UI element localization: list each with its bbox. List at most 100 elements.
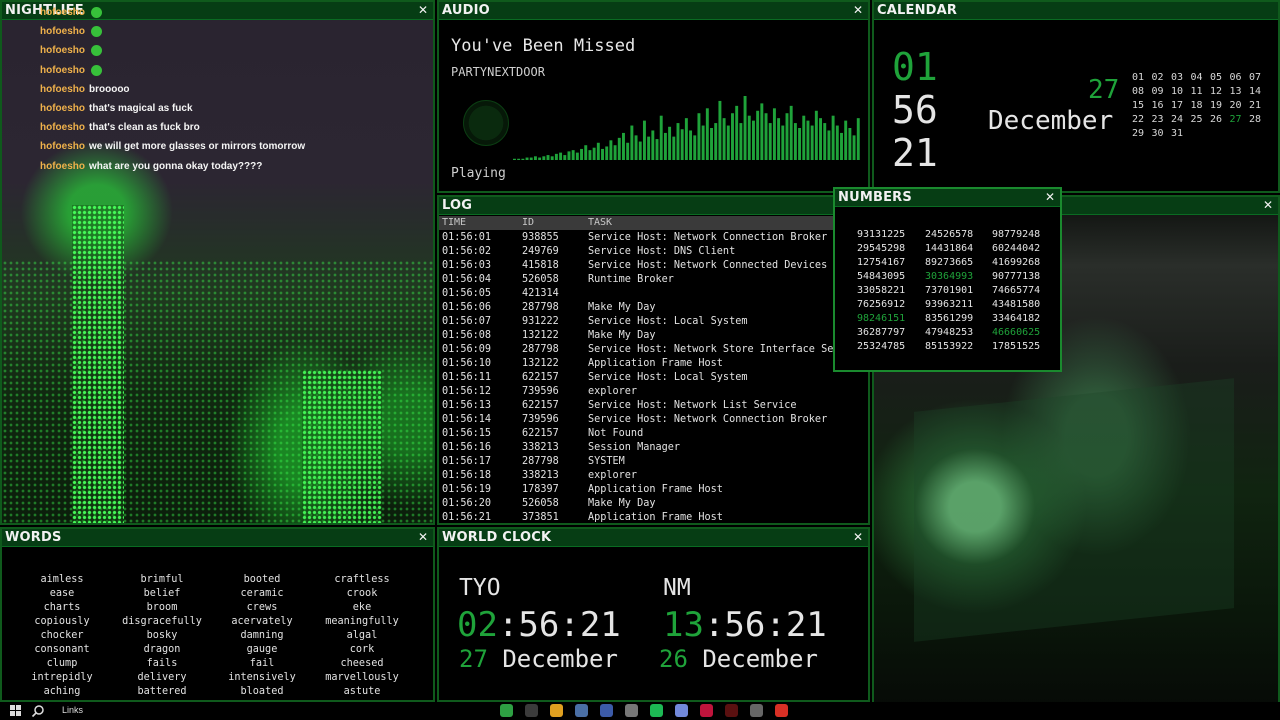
numbers-titlebar[interactable]: NUMBERS ✕ bbox=[835, 189, 1060, 207]
taskbar-app-icon[interactable] bbox=[725, 704, 738, 717]
log-row[interactable]: 01:56:07 931222 Service Host: Local System bbox=[439, 316, 868, 330]
links-toolbar[interactable]: Links bbox=[62, 705, 83, 715]
visualizer-bar bbox=[739, 123, 743, 160]
visualizer-bar bbox=[705, 108, 709, 160]
number-cell: 89273665 bbox=[925, 257, 974, 268]
visualizer-bar bbox=[567, 151, 571, 160]
calendar-day-cell: 28 bbox=[1249, 114, 1262, 125]
word-item: craftless bbox=[334, 574, 390, 585]
chat-username[interactable]: hofoesho bbox=[40, 84, 85, 95]
log-row[interactable]: 01:56:12 739596 explorer bbox=[439, 386, 868, 400]
visualizer-bar bbox=[802, 115, 806, 160]
word-item: clump bbox=[46, 658, 78, 669]
log-row[interactable]: 01:56:20 526058 Make My Day bbox=[439, 498, 868, 512]
log-row[interactable]: 01:56:03 415818 Service Host: Network Conn… bbox=[439, 260, 868, 274]
taskbar-app-icon[interactable] bbox=[650, 704, 663, 717]
word-item: bosky bbox=[146, 630, 178, 641]
chat-username[interactable]: hofoesho bbox=[40, 45, 85, 56]
log-row[interactable]: 01:56:11 622157 Service Host: Local System bbox=[439, 372, 868, 386]
word-item: crews bbox=[246, 602, 278, 613]
windows-start-icon[interactable] bbox=[10, 705, 21, 716]
word-item: fail bbox=[249, 658, 275, 669]
log-id: 287798 bbox=[522, 302, 559, 313]
log-row[interactable]: 01:56:10 132122 Application Frame Host bbox=[439, 358, 868, 372]
taskbar-app-icon[interactable] bbox=[675, 704, 688, 717]
audio-visualizer bbox=[513, 96, 860, 160]
close-icon[interactable]: ✕ bbox=[851, 3, 865, 17]
log-row[interactable]: 01:56:21 373851 Application Frame Host bbox=[439, 512, 868, 523]
log-row[interactable]: 01:56:02 249769 Service Host: DNS Client bbox=[439, 246, 868, 260]
taskbar-app-icon[interactable] bbox=[775, 704, 788, 717]
chat-username[interactable]: hofoesho bbox=[40, 141, 85, 152]
taskbar-app-icon[interactable] bbox=[600, 704, 613, 717]
visualizer-bar bbox=[580, 148, 584, 160]
calendar-day-cell: 27 bbox=[1229, 114, 1242, 125]
visualizer-bar bbox=[831, 115, 835, 160]
chat-username[interactable]: hofoesho bbox=[40, 122, 85, 133]
clock-hour: 01 bbox=[892, 45, 938, 89]
city-tower bbox=[72, 205, 124, 523]
visualizer-bar bbox=[642, 120, 646, 160]
close-icon[interactable]: ✕ bbox=[1261, 198, 1275, 212]
number-cell: 76256912 bbox=[857, 299, 906, 310]
log-row[interactable]: 01:56:13 622157 Service Host: Network List… bbox=[439, 400, 868, 414]
log-panel: LOG TIME ID TASK 01:56:01 938855 Service H… bbox=[437, 195, 870, 525]
log-row[interactable]: 01:56:01 938855 Service Host: Network Conn… bbox=[439, 232, 868, 246]
city-building bbox=[302, 370, 382, 523]
log-row[interactable]: 01:56:16 338213 Session Manager bbox=[439, 442, 868, 456]
close-icon[interactable]: ✕ bbox=[416, 530, 430, 544]
words-titlebar[interactable]: WORDS ✕ bbox=[2, 529, 433, 547]
log-row[interactable]: 01:56:09 287798 Service Host: Network Stor… bbox=[439, 344, 868, 358]
log-time: 01:56:01 bbox=[442, 232, 492, 243]
clock-time-hour: 02 bbox=[457, 605, 498, 645]
log-row[interactable]: 01:56:04 526058 Runtime Broker bbox=[439, 274, 868, 288]
visualizer-bar bbox=[747, 115, 751, 160]
taskbar-app-icon[interactable] bbox=[575, 704, 588, 717]
calendar-day-grid: 01 02 03 04 05 06 07 08 09 10 11 12 13 14 15 16 17 18 19 20… bbox=[1132, 71, 1278, 141]
calendar-titlebar[interactable]: CALENDAR bbox=[874, 2, 1278, 20]
chat-username[interactable]: hofoesho bbox=[40, 65, 85, 76]
word-item: meaningfully bbox=[325, 616, 399, 627]
visualizer-bar bbox=[659, 115, 663, 160]
log-row[interactable]: 01:56:06 287798 Make My Day bbox=[439, 302, 868, 316]
close-icon[interactable]: ✕ bbox=[851, 530, 865, 544]
chat-username[interactable]: hofoesho bbox=[40, 103, 85, 114]
visualizer-bar bbox=[684, 118, 688, 160]
taskbar-app-icon[interactable] bbox=[750, 704, 763, 717]
log-row[interactable]: 01:56:19 178397 Application Frame Host bbox=[439, 484, 868, 498]
album-cover bbox=[463, 100, 509, 146]
word-item: damning bbox=[240, 630, 284, 641]
search-icon[interactable] bbox=[31, 704, 45, 718]
log-row[interactable]: 01:56:15 622157 Not Found bbox=[439, 428, 868, 442]
taskbar-app-icon[interactable] bbox=[550, 704, 563, 717]
log-id: 421314 bbox=[522, 288, 559, 299]
calendar-day-cell: 24 bbox=[1171, 114, 1184, 125]
taskbar-app-icon[interactable] bbox=[525, 704, 538, 717]
taskbar-app-icon[interactable] bbox=[700, 704, 713, 717]
chat-message: hofoesho we will get more glasses or mirr… bbox=[40, 137, 430, 156]
chat-username[interactable]: hofoesho bbox=[40, 7, 85, 18]
world-clock-titlebar[interactable]: WORLD CLOCK ✕ bbox=[439, 529, 868, 547]
taskbar-apps bbox=[500, 704, 788, 717]
log-rows[interactable]: 01:56:01 938855 Service Host: Network Conn… bbox=[439, 232, 868, 523]
taskbar-app-icon[interactable] bbox=[625, 704, 638, 717]
word-item: acervately bbox=[231, 616, 293, 627]
log-row[interactable]: 01:56:14 739596 Service Host: Network Conn… bbox=[439, 414, 868, 428]
chat-message: hofoesho bbox=[40, 61, 430, 80]
taskbar-app-icon[interactable] bbox=[500, 704, 513, 717]
close-icon[interactable]: ✕ bbox=[1043, 190, 1057, 204]
clock-minute: 56 bbox=[892, 88, 938, 132]
emote-icon bbox=[91, 26, 102, 38]
calendar-day-cell: 16 bbox=[1151, 100, 1164, 111]
word-item: dragon bbox=[143, 644, 181, 655]
calendar-month: December bbox=[988, 106, 1114, 136]
chat-username[interactable]: hofoesho bbox=[40, 26, 85, 37]
log-row[interactable]: 01:56:05 421314 bbox=[439, 288, 868, 302]
chat-text: what are you gonna okay today???? bbox=[89, 160, 263, 172]
audio-titlebar[interactable]: AUDIO ✕ bbox=[439, 2, 868, 20]
chat-username[interactable]: hofoesho bbox=[40, 161, 85, 172]
log-row[interactable]: 01:56:18 338213 explorer bbox=[439, 470, 868, 484]
log-row[interactable]: 01:56:17 287798 SYSTEM bbox=[439, 456, 868, 470]
log-row[interactable]: 01:56:08 132122 Make My Day bbox=[439, 330, 868, 344]
log-titlebar[interactable]: LOG bbox=[439, 197, 868, 215]
